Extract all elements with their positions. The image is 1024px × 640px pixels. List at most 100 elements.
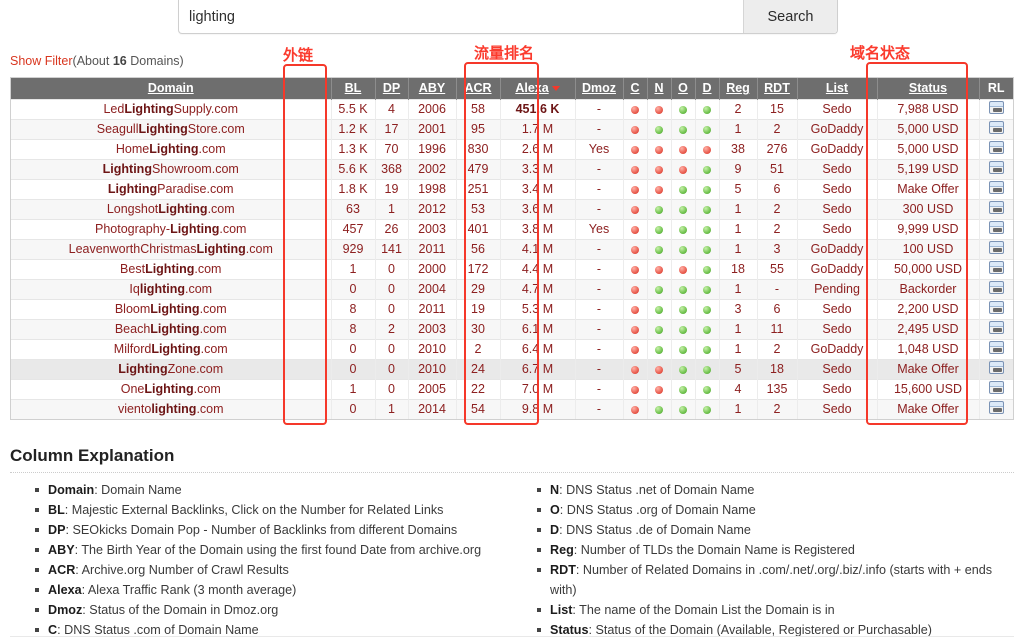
column-header-reg[interactable]: Reg [719,78,758,99]
column-header-label-o[interactable]: O [678,81,688,95]
report-icon[interactable] [988,361,1004,374]
cell-domain[interactable]: LightingParadise.com [11,178,332,199]
column-header-label-acr[interactable]: ACR [464,81,491,95]
table-row[interactable]: vientolighting.com 0 1 2014 54 9.8 M -1 2 Sedo Ma… [11,398,1013,419]
cell-bl[interactable]: 457 [331,218,376,239]
cell-status[interactable]: 2,495 USD [877,318,980,339]
table-row[interactable]: BloomLighting.com 8 0 2011 19 5.3 M -3 6 Sedo 2,2… [11,298,1013,319]
table-row[interactable]: LightingParadise.com 1.8 K 19 1998 251 3.4 M-… [11,178,1013,199]
column-header-label-dp[interactable]: DP [383,81,400,95]
search-button[interactable]: Search [743,0,837,33]
column-header-rdt[interactable]: RDT [757,78,798,99]
report-icon[interactable] [988,381,1004,394]
cell-status[interactable]: 5,000 USD [877,138,980,159]
column-header-domain[interactable]: Domain [11,78,332,99]
cell-bl[interactable]: 929 [331,238,376,259]
table-row[interactable]: BestLighting.com 1 0 2000 172 4.4 M -18 55 GoDad… [11,258,1013,279]
column-header-dmoz[interactable]: Dmoz [575,78,624,99]
cell-status[interactable]: 1,048 USD [877,338,980,359]
column-header-o[interactable]: O [671,78,696,99]
cell-domain[interactable]: vientolighting.com [11,398,332,419]
column-header-label-c[interactable]: C [630,81,639,95]
cell-rl[interactable] [979,98,1013,119]
cell-domain[interactable]: LongshotLighting.com [11,198,332,219]
table-row[interactable]: LeavenworthChristmasLighting.com 929 141 20… [11,238,1013,259]
cell-status[interactable]: 9,999 USD [877,218,980,239]
cell-bl[interactable]: 8 [331,298,376,319]
cell-rl[interactable] [979,318,1013,339]
cell-status[interactable]: 100 USD [877,238,980,259]
cell-rl[interactable] [979,398,1013,419]
cell-rl[interactable] [979,178,1013,199]
cell-status[interactable]: 5,000 USD [877,118,980,139]
report-icon[interactable] [988,101,1004,114]
cell-rl[interactable] [979,238,1013,259]
cell-status[interactable]: Backorder [877,278,980,299]
cell-status[interactable]: 2,200 USD [877,298,980,319]
cell-domain[interactable]: Photography-Lighting.com [11,218,332,239]
table-row[interactable]: MilfordLighting.com 0 0 2010 2 6.4 M -1 2 GoDadd… [11,338,1013,359]
cell-rl[interactable] [979,278,1013,299]
cell-rl[interactable] [979,258,1013,279]
report-icon[interactable] [988,201,1004,214]
cell-domain[interactable]: BeachLighting.com [11,318,332,339]
report-icon[interactable] [988,141,1004,154]
cell-domain[interactable]: BloomLighting.com [11,298,332,319]
cell-status[interactable]: 300 USD [877,198,980,219]
cell-status[interactable]: 50,000 USD [877,258,980,279]
cell-domain[interactable]: LedLightingSupply.com [11,98,332,119]
report-icon[interactable] [988,221,1004,234]
column-header-alexa[interactable]: Alexa [500,78,576,99]
table-row[interactable]: LedLightingSupply.com 5.5 K 4 2006 58 451.6 K… [11,98,1013,119]
report-icon[interactable] [988,241,1004,254]
column-header-c[interactable]: C [623,78,648,99]
report-icon[interactable] [988,281,1004,294]
report-icon[interactable] [988,261,1004,274]
cell-status[interactable]: Make Offer [877,178,980,199]
cell-rl[interactable] [979,138,1013,159]
cell-domain[interactable]: LightingZone.com [11,358,332,379]
column-header-n[interactable]: N [647,78,672,99]
show-filter-link[interactable]: Show Filter [10,54,73,68]
column-header-d[interactable]: D [695,78,720,99]
cell-domain[interactable]: BestLighting.com [11,258,332,279]
cell-rl[interactable] [979,338,1013,359]
cell-bl[interactable]: 5.5 K [331,98,376,119]
report-icon[interactable] [988,321,1004,334]
column-header-status[interactable]: Status [877,78,980,99]
cell-bl[interactable]: 1.3 K [331,138,376,159]
table-row[interactable]: Iqlighting.com 0 0 2004 29 4.7 M -1- Pending Bac… [11,278,1013,299]
cell-bl[interactable]: 0 [331,358,376,379]
column-header-label-bl[interactable]: BL [345,81,362,95]
cell-bl[interactable]: 1.8 K [331,178,376,199]
table-row[interactable]: LightingShowroom.com 5.6 K 368 2002 479 3.3 M… [11,158,1013,179]
column-header-label-domain[interactable]: Domain [148,81,194,95]
column-header-label-dmoz[interactable]: Dmoz [582,81,616,95]
cell-rl[interactable] [979,378,1013,399]
report-icon[interactable] [988,341,1004,354]
cell-status[interactable]: Make Offer [877,358,980,379]
cell-domain[interactable]: Iqlighting.com [11,278,332,299]
search-input[interactable] [179,0,743,33]
table-row[interactable]: SeagullLightingStore.com 1.2 K 17 2001 95 1.7… [11,118,1013,139]
table-row[interactable]: LongshotLighting.com 63 1 2012 53 3.6 M -1 2 Sed… [11,198,1013,219]
cell-rl[interactable] [979,218,1013,239]
table-row[interactable]: HomeLighting.com 1.3 K 70 1996 830 2.6 M Yes 38… [11,138,1013,159]
column-header-label-aby[interactable]: ABY [419,81,445,95]
column-header-label-n[interactable]: N [654,81,663,95]
cell-status[interactable]: 7,988 USD [877,98,980,119]
cell-status[interactable]: 5,199 USD [877,158,980,179]
cell-bl[interactable]: 1 [331,258,376,279]
report-icon[interactable] [988,401,1004,415]
report-icon[interactable] [988,181,1004,194]
cell-bl[interactable]: 5.6 K [331,158,376,179]
table-row[interactable]: BeachLighting.com 8 2 2003 30 6.1 M -1 11 Sedo 2,… [11,318,1013,339]
column-header-label-rdt[interactable]: RDT [764,81,790,95]
cell-rl[interactable] [979,158,1013,179]
table-row[interactable]: LightingZone.com 0 0 2010 24 6.7 M -5 18 Sedo Mak… [11,358,1013,379]
cell-bl[interactable]: 8 [331,318,376,339]
column-header-aby[interactable]: ABY [408,78,457,99]
cell-bl[interactable]: 63 [331,198,376,219]
cell-rl[interactable] [979,198,1013,219]
cell-bl[interactable]: 1.2 K [331,118,376,139]
